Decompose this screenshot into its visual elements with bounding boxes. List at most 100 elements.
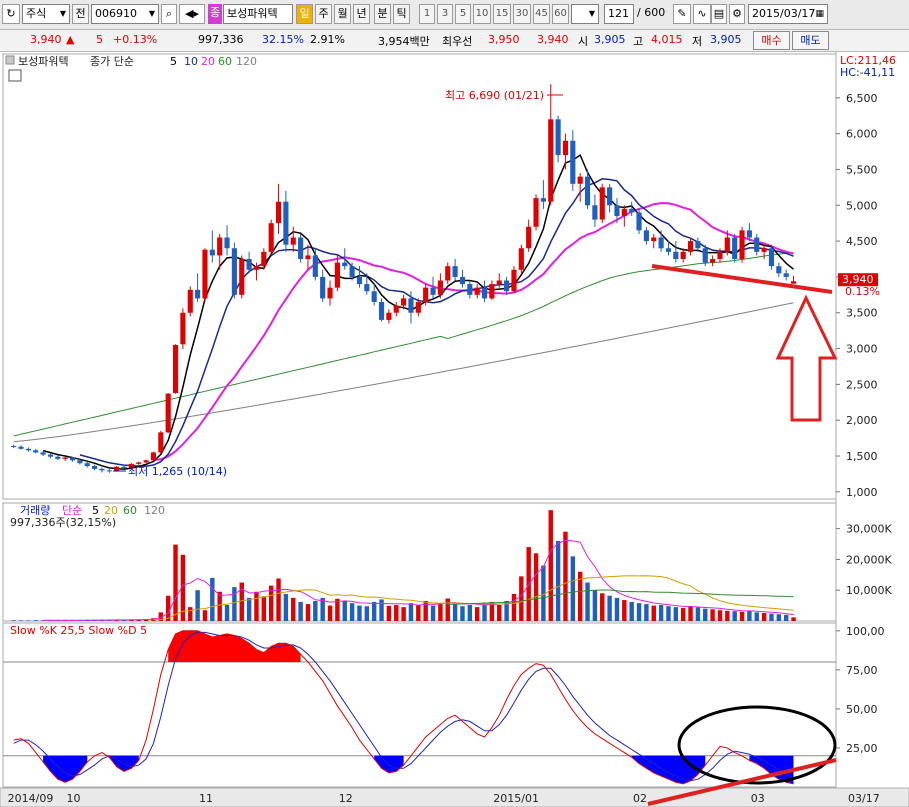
last-price-pct-label: 0.13% — [845, 285, 880, 298]
period-tick-button[interactable]: 틱 — [393, 4, 410, 24]
grid-toggle-icon — [8, 69, 22, 82]
volume-bar — [445, 598, 450, 621]
volume-bar — [357, 605, 362, 621]
period-minute-button[interactable]: 분 — [374, 4, 391, 24]
candle-body — [150, 452, 157, 461]
candle-body — [584, 176, 591, 206]
volume-bar — [607, 595, 612, 621]
volume-bar — [224, 604, 230, 621]
volume-bar — [276, 578, 281, 621]
volume-bar — [379, 599, 384, 621]
save-icon[interactable]: ▤ — [711, 4, 727, 24]
volume-bar — [460, 606, 465, 621]
search-icon[interactable]: ⌕ — [161, 4, 177, 24]
volume-bar — [533, 553, 539, 621]
date-input[interactable]: 2015/03/17 ▦ — [748, 4, 828, 24]
candle — [172, 344, 179, 394]
candle-body — [607, 187, 613, 206]
candle-body — [732, 237, 738, 260]
custom-minute-input[interactable]: ▼ — [571, 4, 599, 24]
period-day-button[interactable]: 일 — [296, 4, 313, 24]
code-input[interactable]: 006910 ▼ — [91, 4, 159, 24]
volume-bar — [570, 556, 576, 621]
candle-body — [533, 198, 539, 227]
minute-5-button[interactable]: 5 — [455, 4, 471, 24]
max-annotation: 최고 6,690 (01/21) — [445, 89, 544, 102]
candle-body — [312, 255, 318, 277]
window-menu-icon[interactable]: ↻ — [2, 4, 20, 24]
volume-bar — [364, 606, 370, 621]
volume-bar — [327, 605, 333, 621]
minute-30-button[interactable]: 30 — [513, 4, 531, 24]
tools-icon[interactable]: ✎ — [673, 4, 691, 24]
candle-body — [371, 291, 377, 302]
candle-body — [695, 241, 701, 249]
minute-45-button[interactable]: 45 — [533, 4, 550, 24]
minute-60-button[interactable]: 60 — [552, 4, 569, 24]
candle — [768, 244, 775, 270]
volume-bar — [394, 604, 399, 621]
period-week-button[interactable]: 주 — [315, 4, 332, 24]
candle-body — [790, 281, 797, 284]
volume-bar — [313, 600, 318, 621]
mode-button[interactable]: 전 — [72, 4, 89, 24]
market-select[interactable]: 주식 ▼ — [22, 4, 70, 24]
minute-10-button[interactable]: 10 — [473, 4, 491, 24]
price-y-tick-label: 6,000 — [846, 128, 878, 141]
price-y-tick-label: 1,000 — [846, 486, 878, 499]
minute-15-button[interactable]: 15 — [493, 4, 511, 24]
price-y-tick-label: 1,500 — [846, 450, 878, 463]
candle-body — [40, 452, 46, 455]
price-change-pct: +0.13% — [113, 33, 158, 46]
compare-chart-icon[interactable]: ∿ — [693, 4, 711, 24]
volume-sub-label: 997,336주(32,15%) — [10, 516, 116, 529]
candle-body — [658, 237, 664, 249]
candle-body — [327, 287, 333, 299]
candle-body — [364, 284, 370, 292]
volume-bar — [614, 597, 620, 621]
hc-label: HC:-41,11 — [840, 66, 895, 79]
candle — [150, 451, 157, 462]
volume-bar — [658, 604, 664, 621]
candle — [158, 430, 164, 454]
gear-icon[interactable]: ⚙ — [729, 4, 745, 24]
candle — [202, 248, 208, 302]
candle-body — [55, 456, 61, 459]
volume-bar — [246, 597, 252, 621]
volume-bar — [188, 607, 193, 621]
sell-button[interactable]: 매도 — [792, 31, 829, 50]
candle-body — [275, 201, 282, 224]
candle-body — [555, 119, 561, 156]
high-price: 4,015 — [651, 33, 683, 46]
minute-3-button[interactable]: 3 — [437, 4, 453, 24]
candle-body — [158, 432, 164, 453]
minute-1-button[interactable]: 1 — [419, 4, 435, 24]
volume-bar — [673, 607, 679, 621]
volume-bar — [430, 605, 436, 621]
stock-chart[interactable]: 1,000 1,500 2,000 2,500 3,000 3,500 4,500 5,000… — [0, 52, 909, 807]
x-axis-band — [0, 787, 909, 807]
speaker-icon[interactable]: ◀▸ — [179, 4, 205, 24]
candle — [187, 286, 193, 317]
candle-body — [11, 445, 17, 447]
candle-body — [761, 248, 767, 252]
candle — [165, 392, 171, 434]
price-legend-item: 60 — [218, 55, 232, 68]
volume-bar — [739, 611, 745, 621]
stochastic-title: Slow %K 25,5 Slow %D 5 — [10, 624, 147, 637]
period-month-button[interactable]: 월 — [334, 4, 351, 24]
period-year-button[interactable]: 년 — [353, 4, 370, 24]
stock-name-field[interactable]: 보성파워텍 — [223, 4, 293, 24]
bar-count-input[interactable]: 121 — [604, 4, 634, 24]
volume-bar — [548, 510, 553, 621]
volume-bar — [644, 604, 649, 621]
volume-bar — [232, 587, 237, 621]
toolbar: ↻ 주식 ▼ 전 006910 ▼ ⌕ ◀▸ 종 보성파워텍 일 주 월 년 분… — [0, 0, 909, 30]
low-label: 저 — [692, 35, 703, 48]
volume-bar — [511, 593, 517, 621]
low-price: 3,905 — [710, 33, 742, 46]
volume-bar — [283, 593, 289, 621]
buy-button[interactable]: 매수 — [753, 31, 790, 50]
best-quote-label: 최우선 — [442, 35, 473, 48]
candle-body — [231, 248, 237, 295]
